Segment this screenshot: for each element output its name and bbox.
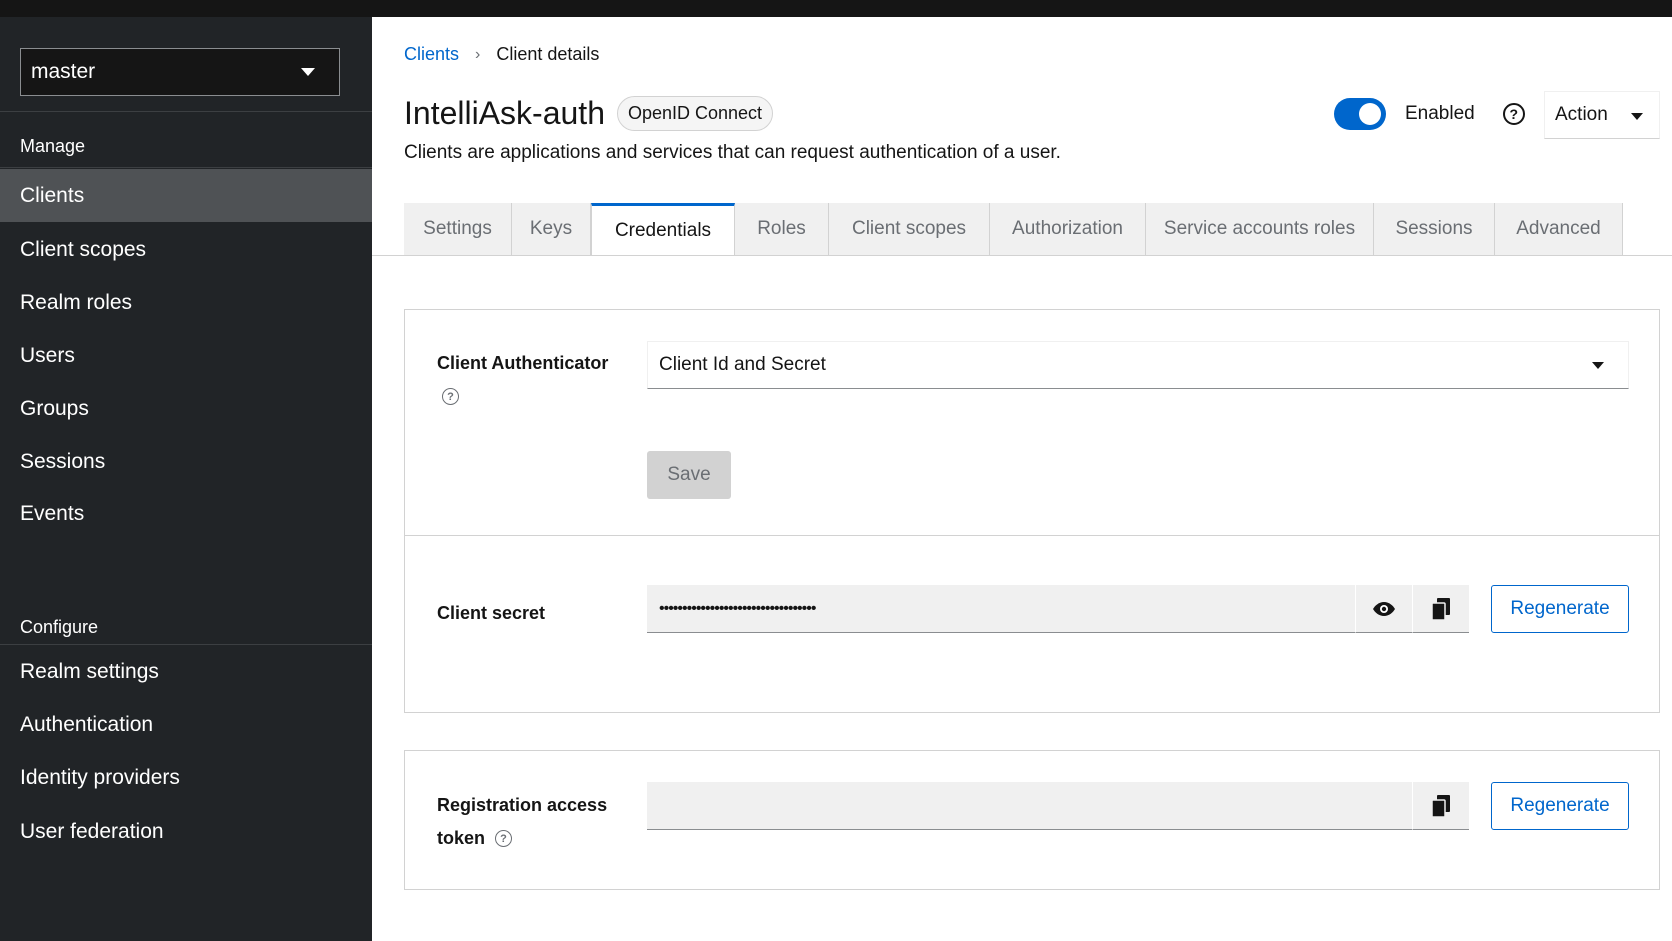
- header-controls: Enabled ?: [1334, 98, 1525, 130]
- client-authenticator-label: Client Authenticator: [437, 353, 609, 373]
- copy-icon: [1432, 794, 1450, 817]
- help-icon[interactable]: ?: [495, 830, 513, 847]
- chevron-right-icon: ›: [475, 45, 481, 63]
- sidebar-divider: [0, 111, 372, 112]
- tab-authorization[interactable]: Authorization: [990, 203, 1146, 256]
- sidebar-divider: [0, 167, 372, 168]
- save-button[interactable]: Save: [647, 451, 731, 499]
- registration-token-card: Registration access token ? Regenerate: [404, 750, 1660, 890]
- breadcrumb-current: Client details: [496, 44, 600, 64]
- breadcrumb-clients-link[interactable]: Clients: [404, 44, 459, 65]
- top-bar: [0, 0, 1672, 17]
- eye-icon: [1373, 601, 1395, 616]
- tab-sessions[interactable]: Sessions: [1374, 203, 1495, 256]
- tab-bar: Settings Keys Credentials Roles Client s…: [404, 203, 1623, 256]
- sidebar-item-users[interactable]: Users: [0, 329, 372, 382]
- show-secret-button[interactable]: [1355, 585, 1412, 633]
- tab-credentials[interactable]: Credentials: [591, 203, 735, 256]
- sidebar-item-clients[interactable]: Clients: [0, 169, 372, 222]
- tab-settings[interactable]: Settings: [404, 203, 512, 256]
- registration-token-label-line2: token ?: [437, 828, 513, 849]
- card-divider: [405, 535, 1659, 536]
- copy-token-button[interactable]: [1412, 782, 1469, 830]
- sidebar-item-groups[interactable]: Groups: [0, 382, 372, 435]
- client-authenticator-select[interactable]: Client Id and Secret: [647, 341, 1629, 389]
- action-label: Action: [1555, 104, 1608, 125]
- regenerate-token-button[interactable]: Regenerate: [1491, 782, 1629, 830]
- regenerate-secret-button[interactable]: Regenerate: [1491, 585, 1629, 633]
- sidebar-item-realm-roles[interactable]: Realm roles: [0, 276, 372, 329]
- registration-token-label-text: token: [437, 828, 486, 848]
- registration-token-field[interactable]: [647, 782, 1412, 830]
- sidebar-item-client-scopes[interactable]: Client scopes: [0, 223, 372, 276]
- page-description: Clients are applications and services th…: [404, 142, 1061, 163]
- page-title: IntelliAsk-auth: [404, 95, 605, 131]
- help-icon[interactable]: ?: [442, 388, 459, 405]
- action-dropdown[interactable]: Action: [1544, 91, 1660, 139]
- breadcrumb: Clients › Client details: [404, 44, 599, 65]
- protocol-badge: OpenID Connect: [616, 96, 774, 131]
- client-authenticator-value: Client Id and Secret: [659, 354, 826, 375]
- tab-service-accounts-roles[interactable]: Service accounts roles: [1146, 203, 1374, 256]
- sidebar-item-authentication[interactable]: Authentication: [0, 698, 372, 751]
- toggle-knob: [1359, 103, 1381, 125]
- enabled-label: Enabled: [1405, 103, 1475, 124]
- main-content: Clients › Client details IntelliAsk-auth…: [372, 17, 1672, 941]
- configure-heading: Configure: [20, 617, 99, 637]
- credentials-card: Client Authenticator ? Client Id and Sec…: [404, 309, 1660, 713]
- tab-keys[interactable]: Keys: [512, 203, 591, 256]
- help-icon[interactable]: ?: [1502, 103, 1525, 125]
- copy-secret-button[interactable]: [1412, 585, 1469, 633]
- tab-advanced[interactable]: Advanced: [1495, 203, 1623, 256]
- tabs-divider: [372, 255, 1672, 256]
- realm-selector[interactable]: master: [20, 48, 340, 96]
- sidebar-item-events[interactable]: Events: [0, 487, 372, 540]
- sidebar-item-identity-providers[interactable]: Identity providers: [0, 751, 372, 804]
- enabled-toggle[interactable]: [1334, 98, 1386, 130]
- client-secret-field[interactable]: ••••••••••••••••••••••••••••••••••: [647, 585, 1355, 633]
- chevron-down-icon: [301, 68, 315, 76]
- title-row: IntelliAsk-auth OpenID Connect: [404, 95, 774, 132]
- sidebar-item-realm-settings[interactable]: Realm settings: [0, 645, 372, 698]
- sidebar-item-sessions[interactable]: Sessions: [0, 435, 372, 488]
- chevron-down-icon: [1592, 362, 1604, 369]
- client-secret-label: Client secret: [437, 603, 546, 623]
- sidebar-item-user-federation[interactable]: User federation: [0, 805, 372, 858]
- tab-roles[interactable]: Roles: [735, 203, 829, 256]
- registration-token-label-line1: Registration access: [437, 795, 608, 815]
- chevron-down-icon: [1631, 113, 1643, 120]
- realm-selector-value: master: [31, 60, 96, 83]
- copy-icon: [1432, 597, 1450, 620]
- tab-client-scopes[interactable]: Client scopes: [829, 203, 990, 256]
- manage-heading: Manage: [20, 136, 86, 156]
- sidebar: master Manage Clients Client scopes Real…: [0, 17, 372, 941]
